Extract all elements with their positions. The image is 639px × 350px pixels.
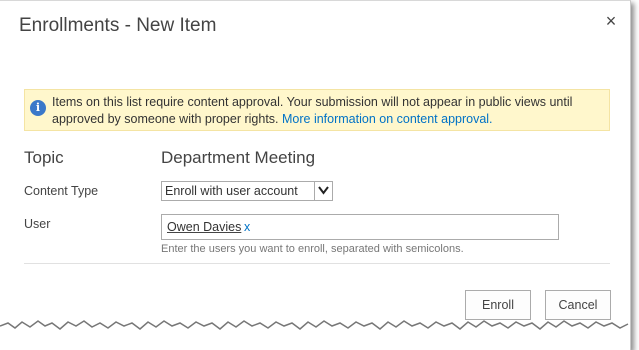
resolved-user[interactable]: Owen Davies [167, 220, 241, 234]
content-approval-notice: i Items on this list require content app… [24, 89, 610, 131]
remove-user-icon[interactable]: x [244, 220, 250, 234]
dialog-title: Enrollments - New Item [19, 15, 217, 36]
content-approval-link[interactable]: More information on content approval. [282, 112, 493, 126]
content-type-label: Content Type [24, 184, 99, 198]
close-icon[interactable]: × [600, 10, 622, 32]
divider [24, 263, 610, 264]
user-picker-input[interactable]: Owen Davies x [161, 214, 559, 240]
torn-edge [0, 320, 630, 349]
user-hint: Enter the users you want to enroll, sepa… [161, 243, 464, 255]
notice-text: Items on this list require content appro… [52, 94, 607, 128]
content-type-value: Enroll with user account [165, 184, 298, 198]
chevron-down-icon[interactable] [314, 182, 332, 200]
topic-label: Topic [24, 148, 64, 167]
info-icon: i [30, 100, 46, 116]
user-label: User [24, 217, 51, 231]
content-type-select[interactable]: Enroll with user account [161, 181, 333, 201]
new-item-dialog: Enrollments - New Item × i Items on this… [0, 0, 631, 350]
topic-value: Department Meeting [161, 148, 316, 167]
